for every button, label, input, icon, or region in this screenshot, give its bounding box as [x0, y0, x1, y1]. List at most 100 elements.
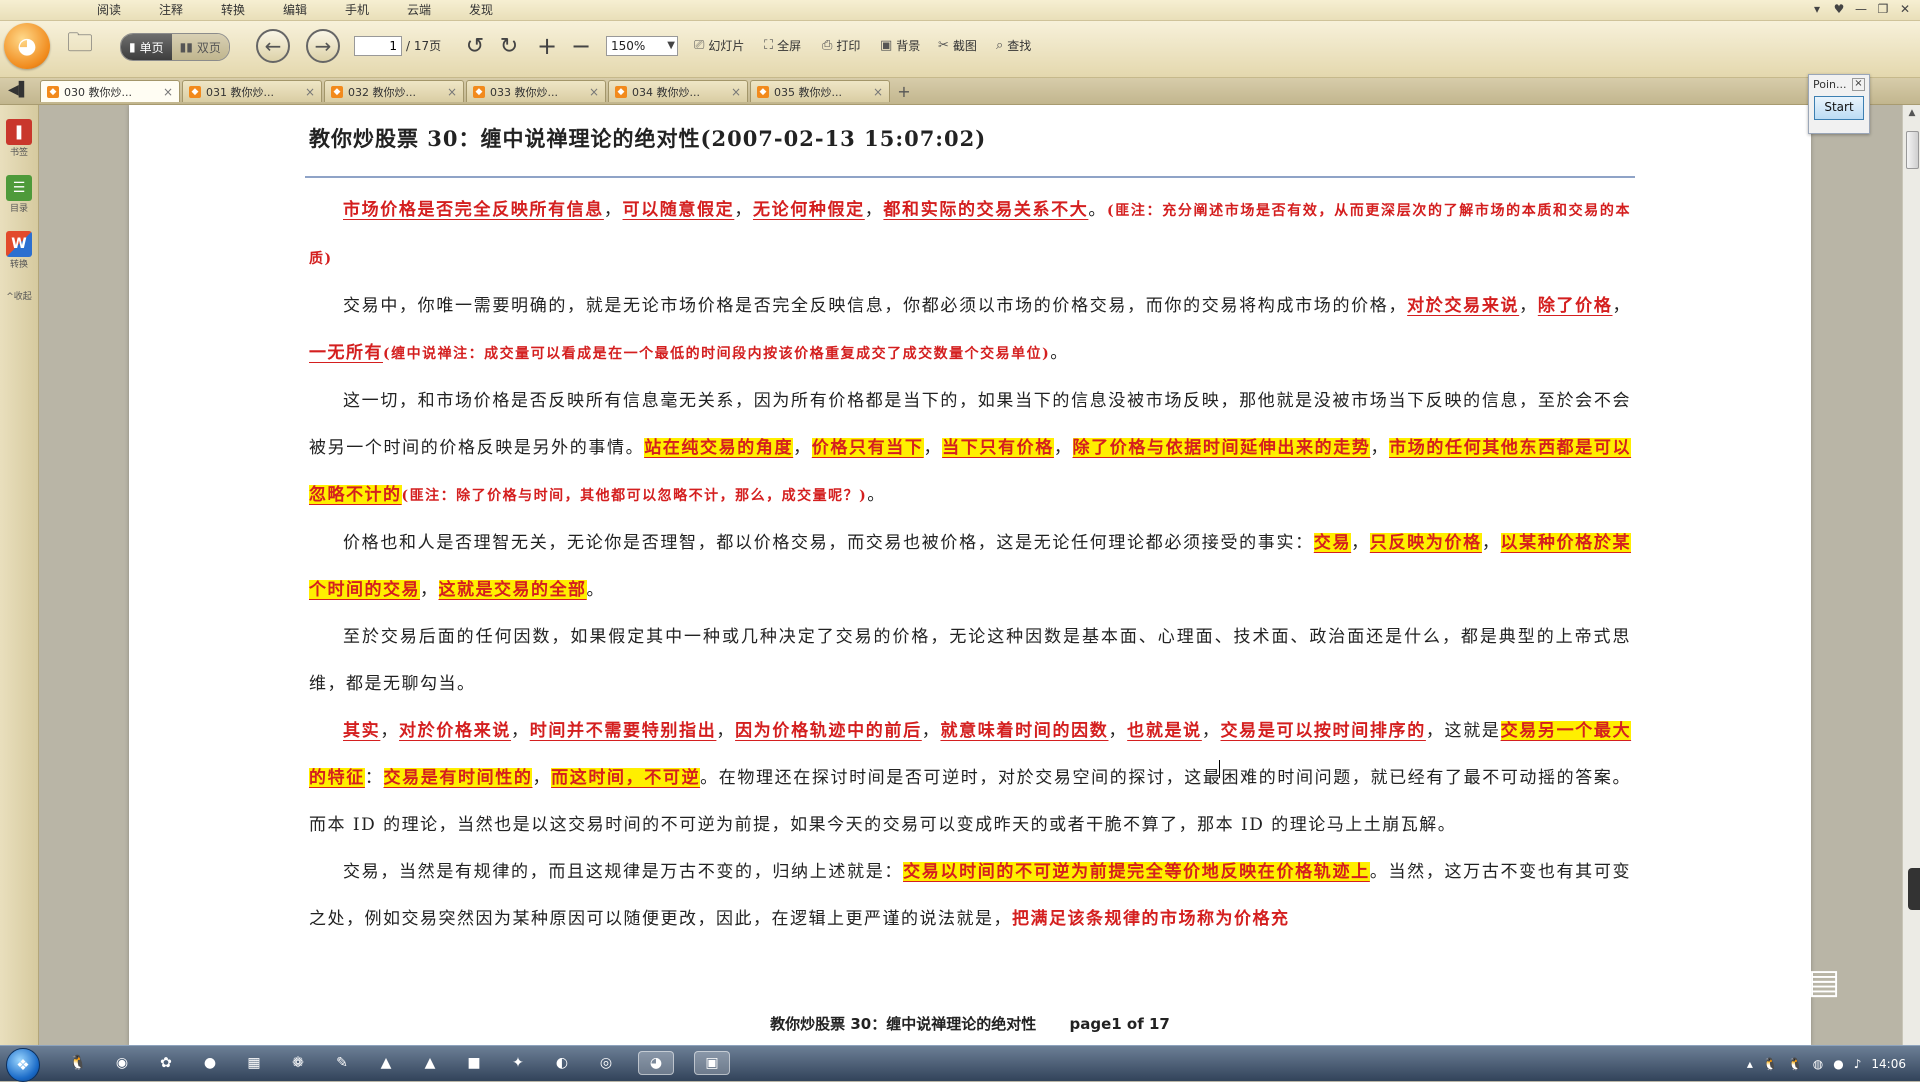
tab-031[interactable]: ◆ 031 教你炒... × — [182, 80, 322, 102]
sidebar-item-bookmark[interactable]: ❚ 书签 — [0, 119, 38, 158]
sidebar-collapse[interactable]: ^收起 — [0, 289, 38, 302]
paint-icon[interactable]: ✦ — [506, 1051, 530, 1075]
sidebar-item-convert[interactable]: W 转换 — [0, 231, 38, 270]
graduation-icon-2[interactable]: ▲ — [418, 1051, 442, 1075]
point-widget-title: Poin... — [1813, 78, 1847, 91]
brush-icon[interactable]: ✎ — [330, 1051, 354, 1075]
close-window-button[interactable]: ✕ — [1894, 0, 1916, 20]
find-button[interactable]: ⌕ 查找 — [996, 36, 1031, 56]
search-icon: ⌕ — [996, 38, 1004, 53]
menu-cloud[interactable]: 云端 — [388, 0, 450, 20]
zoom-select[interactable]: 150% ▼ — [606, 36, 678, 56]
menu-annotate[interactable]: 注释 — [140, 0, 202, 20]
open-folder-icon[interactable]: 🗀 — [62, 28, 98, 61]
volume-icon[interactable]: ♪ — [1854, 1057, 1862, 1071]
close-icon[interactable]: × — [1852, 78, 1865, 91]
slideshow-button[interactable]: ⎚ 幻灯片 — [694, 36, 744, 56]
menu-phone[interactable]: 手机 — [326, 0, 388, 20]
text-cursor-icon — [1219, 760, 1222, 778]
qq-tray-icon-2[interactable]: 🐧 — [1788, 1057, 1803, 1071]
qq-tray-icon[interactable]: 🐧 — [1763, 1057, 1778, 1071]
restore-button[interactable]: ❐ — [1872, 0, 1894, 20]
document-icon: ◆ — [189, 85, 201, 98]
page-footer: 教你炒股票 30：缠中说禅理论的绝对性 page1 of 17 — [129, 1013, 1811, 1034]
back-arrow-icon[interactable]: ← — [256, 29, 290, 63]
new-tab-button[interactable]: + — [892, 80, 916, 102]
print-icon: ⎙ — [822, 38, 833, 53]
rotate-right-icon[interactable]: ↻ — [496, 33, 522, 59]
taskbar: ❖ 🐧 ◉ ✿ ● ▦ ❁ ✎ ▲ ▲ ■ ✦ ◐ ◎ ◕ ▣ ▴ 🐧 🐧 ◍ … — [0, 1045, 1920, 1082]
document-icon: ◆ — [47, 85, 59, 98]
page-title: 教你炒股票 30：缠中说禅理论的绝对性(2007-02-13 15:07:02) — [309, 126, 987, 151]
minimize-button[interactable]: — — [1850, 0, 1872, 20]
print-button[interactable]: ⎙ 打印 — [822, 36, 860, 56]
app-logo-icon[interactable]: ◕ — [4, 23, 50, 69]
document-icon: ◆ — [473, 85, 485, 98]
clock[interactable]: 14:06 — [1871, 1057, 1906, 1071]
start-menu-icon[interactable]: ❖ — [6, 1048, 40, 1082]
chat-tray-icon[interactable]: ● — [1833, 1057, 1843, 1071]
single-page-button[interactable]: ▮ 单页 — [121, 34, 172, 60]
menu-convert[interactable]: 转换 — [202, 0, 264, 20]
start-button[interactable]: Start — [1814, 96, 1864, 120]
close-icon[interactable]: × — [873, 85, 883, 99]
tab-035[interactable]: ◆ 035 教你炒... × — [750, 80, 890, 102]
explorer-task-icon[interactable]: ▣ — [694, 1051, 730, 1075]
document-icon: ◆ — [615, 85, 627, 98]
yellow-app-icon[interactable]: ◐ — [550, 1051, 574, 1075]
menu-discover[interactable]: 发现 — [450, 0, 512, 20]
document-page: 教你炒股票 30：缠中说禅理论的绝对性(2007-02-13 15:07:02)… — [129, 105, 1811, 1045]
document-icon: ◆ — [757, 85, 769, 98]
forward-arrow-icon[interactable]: → — [306, 29, 340, 63]
footer-title: 教你炒股票 30：缠中说禅理论的绝对性 — [770, 1015, 1037, 1033]
scroll-thumb[interactable] — [1906, 131, 1919, 169]
system-tray: ▴ 🐧 🐧 ◍ ● ♪ 14:06 — [1747, 1046, 1906, 1081]
media-icon[interactable]: ❁ — [286, 1051, 310, 1075]
document-list-icon[interactable]: ▤ — [1808, 962, 1840, 1002]
collapse-panel-icon[interactable]: ◀▌ — [8, 82, 30, 98]
screenshot-button[interactable]: ✂ 截图 — [938, 36, 977, 56]
convert-icon: W — [6, 231, 32, 257]
chrome-icon[interactable]: ◎ — [594, 1051, 618, 1075]
side-panel-handle[interactable] — [1908, 868, 1920, 910]
document-icon: ◆ — [331, 85, 343, 98]
paragraph-3: 这一切，和市场价格是否反映所有信息毫无关系，因为所有价格都是当下的，如果当下的信… — [309, 391, 1632, 505]
qq-icon[interactable]: 🐧 — [66, 1051, 90, 1075]
zoom-out-icon[interactable]: − — [568, 32, 594, 60]
zoom-in-icon[interactable]: + — [534, 32, 560, 60]
picture-viewer-icon[interactable]: ✿ — [154, 1051, 178, 1075]
page-number-input[interactable] — [354, 36, 402, 56]
close-icon[interactable]: × — [447, 85, 457, 99]
close-icon[interactable]: × — [305, 85, 315, 99]
sidebar-item-toc[interactable]: ☰ 目录 — [0, 175, 38, 214]
wechat-icon[interactable]: ● — [198, 1051, 222, 1075]
document-viewport[interactable]: 教你炒股票 30：缠中说禅理论的绝对性(2007-02-13 15:07:02)… — [39, 105, 1901, 1045]
rotate-left-icon[interactable]: ↺ — [462, 33, 488, 59]
close-icon[interactable]: × — [731, 85, 741, 99]
menu-edit[interactable]: 编辑 — [264, 0, 326, 20]
tab-032[interactable]: ◆ 032 教你炒... × — [324, 80, 464, 102]
network-icon[interactable]: ◍ — [1813, 1057, 1823, 1071]
list-icon: ☰ — [6, 175, 32, 201]
tab-030[interactable]: ◆ 030 教你炒... × — [40, 80, 180, 102]
red-app-icon[interactable]: ■ — [462, 1051, 486, 1075]
skin-dropdown-icon[interactable]: ▾ — [1806, 0, 1828, 20]
tab-034[interactable]: ◆ 034 教你炒... × — [608, 80, 748, 102]
menu-read[interactable]: 阅读 — [78, 0, 140, 20]
tray-expand-icon[interactable]: ▴ — [1747, 1057, 1753, 1071]
close-icon[interactable]: × — [163, 85, 173, 99]
calendar-icon[interactable]: ▦ — [242, 1051, 266, 1075]
graduation-icon[interactable]: ▲ — [374, 1051, 398, 1075]
menu-bar: 阅读 注释 转换 编辑 手机 云端 发现 ▾ ♥ — ❐ ✕ — [0, 0, 1920, 21]
paragraph-5: 至於交易后面的任何因数，如果假定其中一种或几种决定了交易的价格，无论这种因数是基… — [309, 627, 1631, 694]
close-icon[interactable]: × — [589, 85, 599, 99]
scroll-up-icon[interactable]: ▲ — [1903, 105, 1920, 121]
background-button[interactable]: ▣ 背景 — [880, 36, 920, 56]
fullscreen-button[interactable]: ⛶ 全屏 — [764, 36, 801, 56]
favorite-icon[interactable]: ♥ — [1828, 0, 1850, 20]
scissors-icon: ✂ — [938, 38, 949, 53]
pdf-reader-task-icon[interactable]: ◕ — [638, 1051, 674, 1075]
double-page-button[interactable]: ▮▮ 双页 — [171, 34, 229, 60]
tab-033[interactable]: ◆ 033 教你炒... × — [466, 80, 606, 102]
browser-icon[interactable]: ◉ — [110, 1051, 134, 1075]
